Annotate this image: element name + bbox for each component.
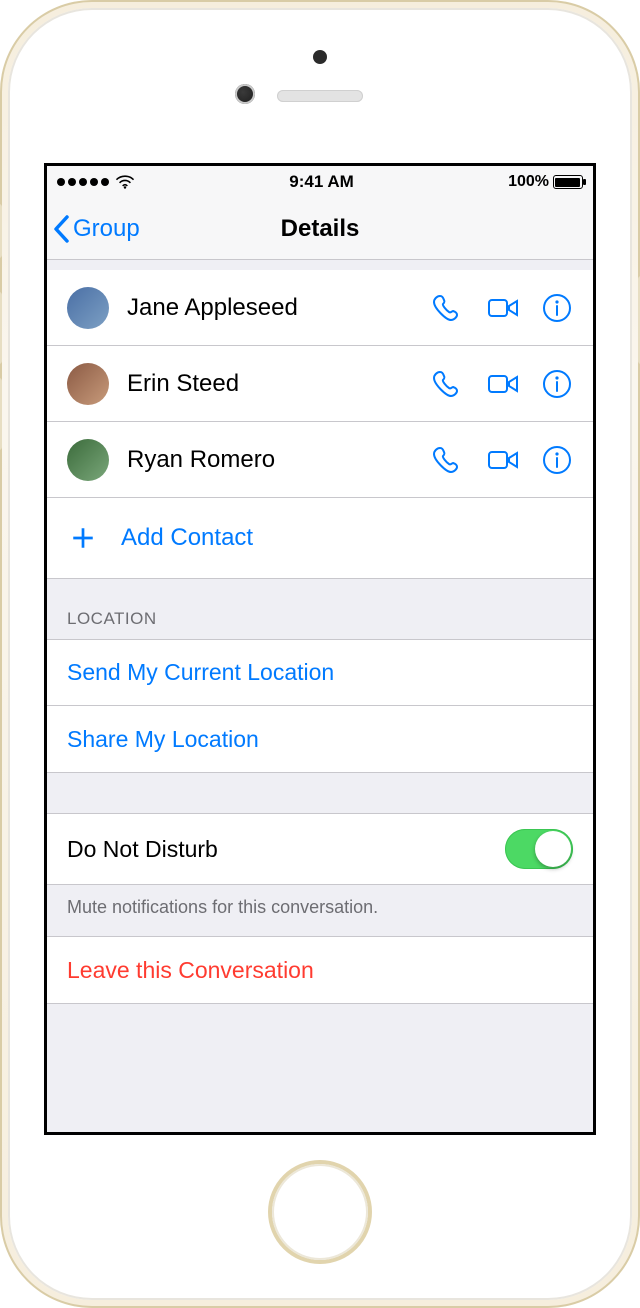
info-icon (541, 292, 573, 324)
volume-up-button (0, 292, 2, 364)
info-button[interactable] (541, 292, 573, 324)
video-button[interactable] (487, 292, 519, 324)
share-my-location-row[interactable]: Share My Location (47, 706, 593, 772)
screen: 9:41 AM 100% Group Details (44, 163, 596, 1135)
contact-name: Jane Appleseed (127, 294, 433, 322)
location-header: LOCATION (47, 579, 593, 639)
nav-title: Details (281, 215, 360, 243)
status-bar: 9:41 AM 100% (47, 166, 593, 198)
dnd-label: Do Not Disturb (67, 836, 218, 863)
device-frame: 9:41 AM 100% Group Details (0, 0, 640, 1308)
phone-icon (433, 368, 465, 400)
contact-name: Ryan Romero (127, 446, 433, 474)
back-button[interactable]: Group (53, 198, 140, 259)
dnd-switch[interactable] (505, 829, 573, 869)
back-label: Group (73, 215, 140, 243)
device-bezel: 9:41 AM 100% Group Details (8, 8, 632, 1300)
info-icon (541, 444, 573, 476)
status-time: 9:41 AM (289, 172, 354, 192)
info-icon (541, 368, 573, 400)
signal-dots-icon (57, 178, 109, 186)
nav-bar: Group Details (47, 198, 593, 260)
dnd-footer: Mute notifications for this conversation… (47, 885, 593, 936)
send-current-location-row[interactable]: Send My Current Location (47, 640, 593, 706)
contact-name: Erin Steed (127, 370, 433, 398)
battery-percent: 100% (508, 173, 549, 191)
info-button[interactable] (541, 444, 573, 476)
leave-conversation-label: Leave this Conversation (67, 957, 314, 984)
video-button[interactable] (487, 368, 519, 400)
phone-icon (433, 444, 465, 476)
chevron-left-icon (53, 215, 71, 243)
dnd-row: Do Not Disturb (47, 814, 593, 884)
front-camera (235, 84, 255, 104)
leave-section: Leave this Conversation (47, 936, 593, 1004)
send-current-location-label: Send My Current Location (67, 659, 334, 686)
add-contact-row[interactable]: Add Contact (47, 498, 593, 578)
home-button[interactable] (272, 1164, 368, 1260)
contact-row[interactable]: Erin Steed (47, 346, 593, 422)
wifi-icon (115, 175, 135, 189)
call-button[interactable] (433, 292, 465, 324)
contacts-section: Jane Appleseed E (47, 270, 593, 579)
add-contact-label: Add Contact (121, 524, 253, 552)
plus-icon (67, 522, 99, 554)
location-section: Send My Current Location Share My Locati… (47, 639, 593, 773)
contact-row[interactable]: Jane Appleseed (47, 270, 593, 346)
info-button[interactable] (541, 368, 573, 400)
proximity-sensor (313, 50, 327, 64)
call-button[interactable] (433, 368, 465, 400)
video-icon (487, 444, 519, 476)
call-button[interactable] (433, 444, 465, 476)
volume-down-button (0, 378, 2, 450)
earpiece (277, 90, 363, 102)
battery-icon (553, 175, 583, 189)
avatar (67, 287, 109, 329)
phone-icon (433, 292, 465, 324)
dnd-section: Do Not Disturb (47, 813, 593, 885)
avatar (67, 439, 109, 481)
contact-row[interactable]: Ryan Romero (47, 422, 593, 498)
mute-switch (0, 204, 2, 258)
video-icon (487, 368, 519, 400)
avatar (67, 363, 109, 405)
video-button[interactable] (487, 444, 519, 476)
video-icon (487, 292, 519, 324)
share-my-location-label: Share My Location (67, 726, 259, 753)
leave-conversation-row[interactable]: Leave this Conversation (47, 937, 593, 1003)
